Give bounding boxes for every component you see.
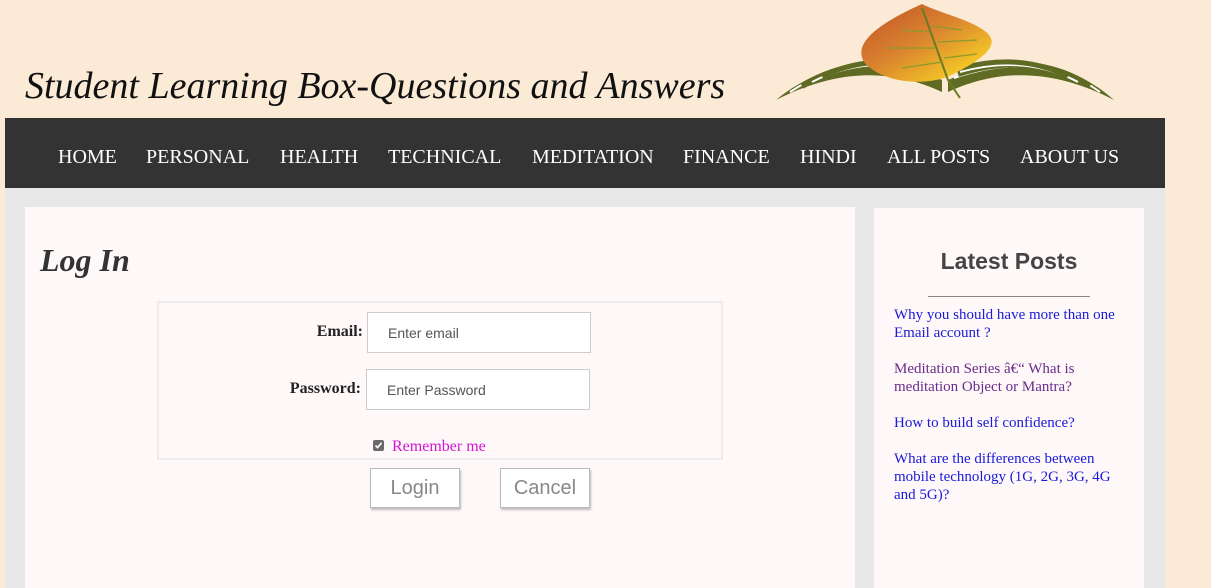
- nav-item-hindi[interactable]: HINDI: [800, 146, 857, 169]
- site-header: Student Learning Box-Questions and Answe…: [0, 0, 1211, 118]
- nav-item-home[interactable]: HOME: [58, 146, 117, 169]
- page-title: Log In: [40, 242, 130, 278]
- latest-post-link[interactable]: Meditation Series â€“ What is meditation…: [894, 360, 1119, 396]
- nav-item-health[interactable]: HEALTH: [280, 146, 358, 169]
- site-title[interactable]: Student Learning Box-Questions and Answe…: [25, 64, 725, 108]
- nav-item-finance[interactable]: FINANCE: [683, 146, 770, 169]
- latest-post-link[interactable]: How to build self confidence?: [894, 414, 1119, 432]
- latest-post-link[interactable]: Why you should have more than one Email …: [894, 306, 1119, 342]
- nav-list: HOME PERSONAL HEALTH TECHNICAL MEDITATIO…: [5, 118, 1165, 188]
- sidebar-divider: [928, 296, 1090, 297]
- remember-me-checkbox[interactable]: [373, 440, 384, 451]
- password-field[interactable]: [366, 369, 590, 410]
- book-leaf-logo[interactable]: [772, 2, 1118, 106]
- nav-item-about-us[interactable]: ABOUT US: [1020, 146, 1119, 169]
- nav-item-technical[interactable]: TECHNICAL: [388, 146, 501, 169]
- password-label: Password:: [289, 380, 361, 397]
- main-navbar: HOME PERSONAL HEALTH TECHNICAL MEDITATIO…: [5, 118, 1165, 188]
- email-label: Email:: [316, 323, 363, 340]
- checkmark-icon: [374, 442, 383, 449]
- latest-post-link[interactable]: What are the differences between mobile …: [894, 450, 1119, 504]
- email-field[interactable]: [367, 312, 591, 353]
- nav-item-all-posts[interactable]: ALL POSTS: [887, 146, 990, 169]
- cancel-button[interactable]: Cancel: [500, 468, 590, 508]
- login-button[interactable]: Login: [370, 468, 460, 508]
- remember-me-label[interactable]: Remember me: [392, 438, 486, 456]
- latest-posts-sidebar: Latest Posts Why you should have more th…: [874, 208, 1144, 588]
- sidebar-title: Latest Posts: [940, 248, 1078, 274]
- nav-item-personal[interactable]: PERSONAL: [146, 146, 249, 169]
- nav-item-meditation[interactable]: MEDITATION: [532, 146, 654, 169]
